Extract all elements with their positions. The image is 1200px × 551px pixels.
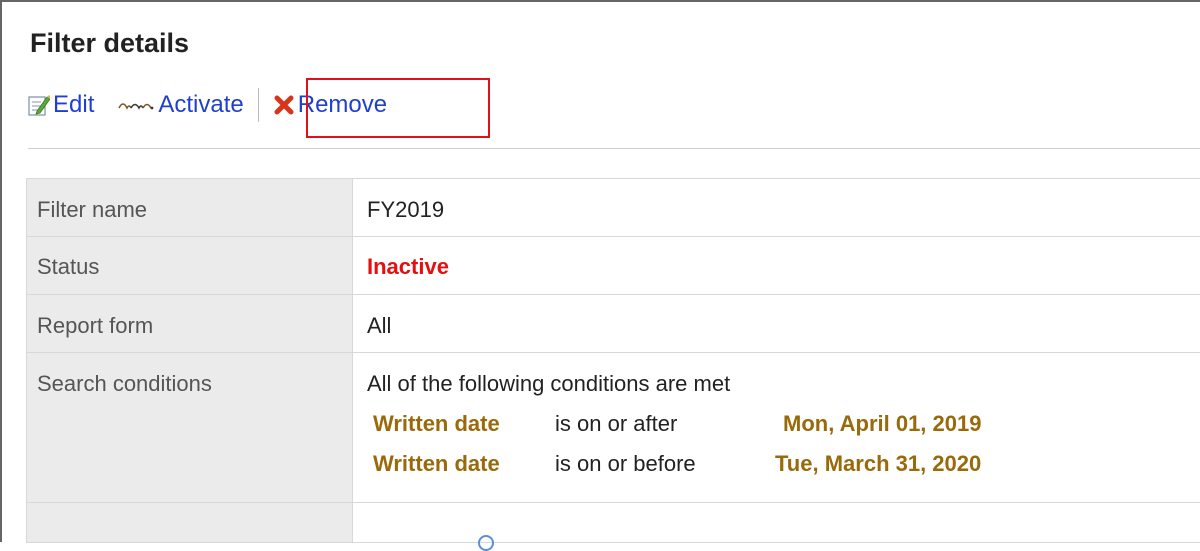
condition-operator: is on or before: [555, 451, 775, 477]
status-label: Status: [27, 237, 353, 295]
search-conditions-label: Search conditions: [27, 353, 353, 503]
condition-field: Written date: [373, 411, 555, 437]
report-form-value: All: [353, 295, 1200, 353]
report-form-label: Report form: [27, 295, 353, 353]
activate-link[interactable]: Activate: [118, 91, 243, 119]
condition-value: Tue, March 31, 2020: [775, 451, 981, 477]
status-cell: Inactive: [353, 237, 1200, 295]
partial-info-icon: [478, 535, 494, 551]
activate-label: Activate: [158, 91, 243, 119]
remove-highlight-box: [306, 78, 490, 138]
table-row: [27, 503, 1200, 543]
condition-value: Mon, April 01, 2019: [783, 411, 981, 437]
condition-row: Written date is on or after Mon, April 0…: [373, 411, 1191, 437]
edit-label: Edit: [53, 91, 94, 119]
divider: [28, 148, 1200, 149]
filter-details-table: Filter name FY2019 Status Inactive Repor…: [26, 178, 1200, 543]
activate-icon: [118, 98, 154, 112]
condition-operator: is on or after: [555, 411, 783, 437]
status-badge: Inactive: [367, 254, 449, 279]
edit-icon: [28, 94, 50, 116]
search-conditions-summary: All of the following conditions are met: [367, 371, 1191, 397]
table-row: Filter name FY2019: [27, 179, 1200, 237]
search-conditions-cell: All of the following conditions are met …: [353, 353, 1200, 503]
table-row: Search conditions All of the following c…: [27, 353, 1200, 503]
filter-name-value: FY2019: [353, 179, 1200, 237]
toolbar-separator: [258, 88, 259, 122]
remove-x-icon: [273, 94, 295, 116]
condition-field: Written date: [373, 451, 555, 477]
table-row: Report form All: [27, 295, 1200, 353]
page-title: Filter details: [30, 28, 189, 59]
edit-link[interactable]: Edit: [28, 91, 94, 119]
table-row: Status Inactive: [27, 237, 1200, 295]
next-row-label: [27, 503, 353, 543]
condition-row: Written date is on or before Tue, March …: [373, 451, 1191, 477]
filter-name-label: Filter name: [27, 179, 353, 237]
